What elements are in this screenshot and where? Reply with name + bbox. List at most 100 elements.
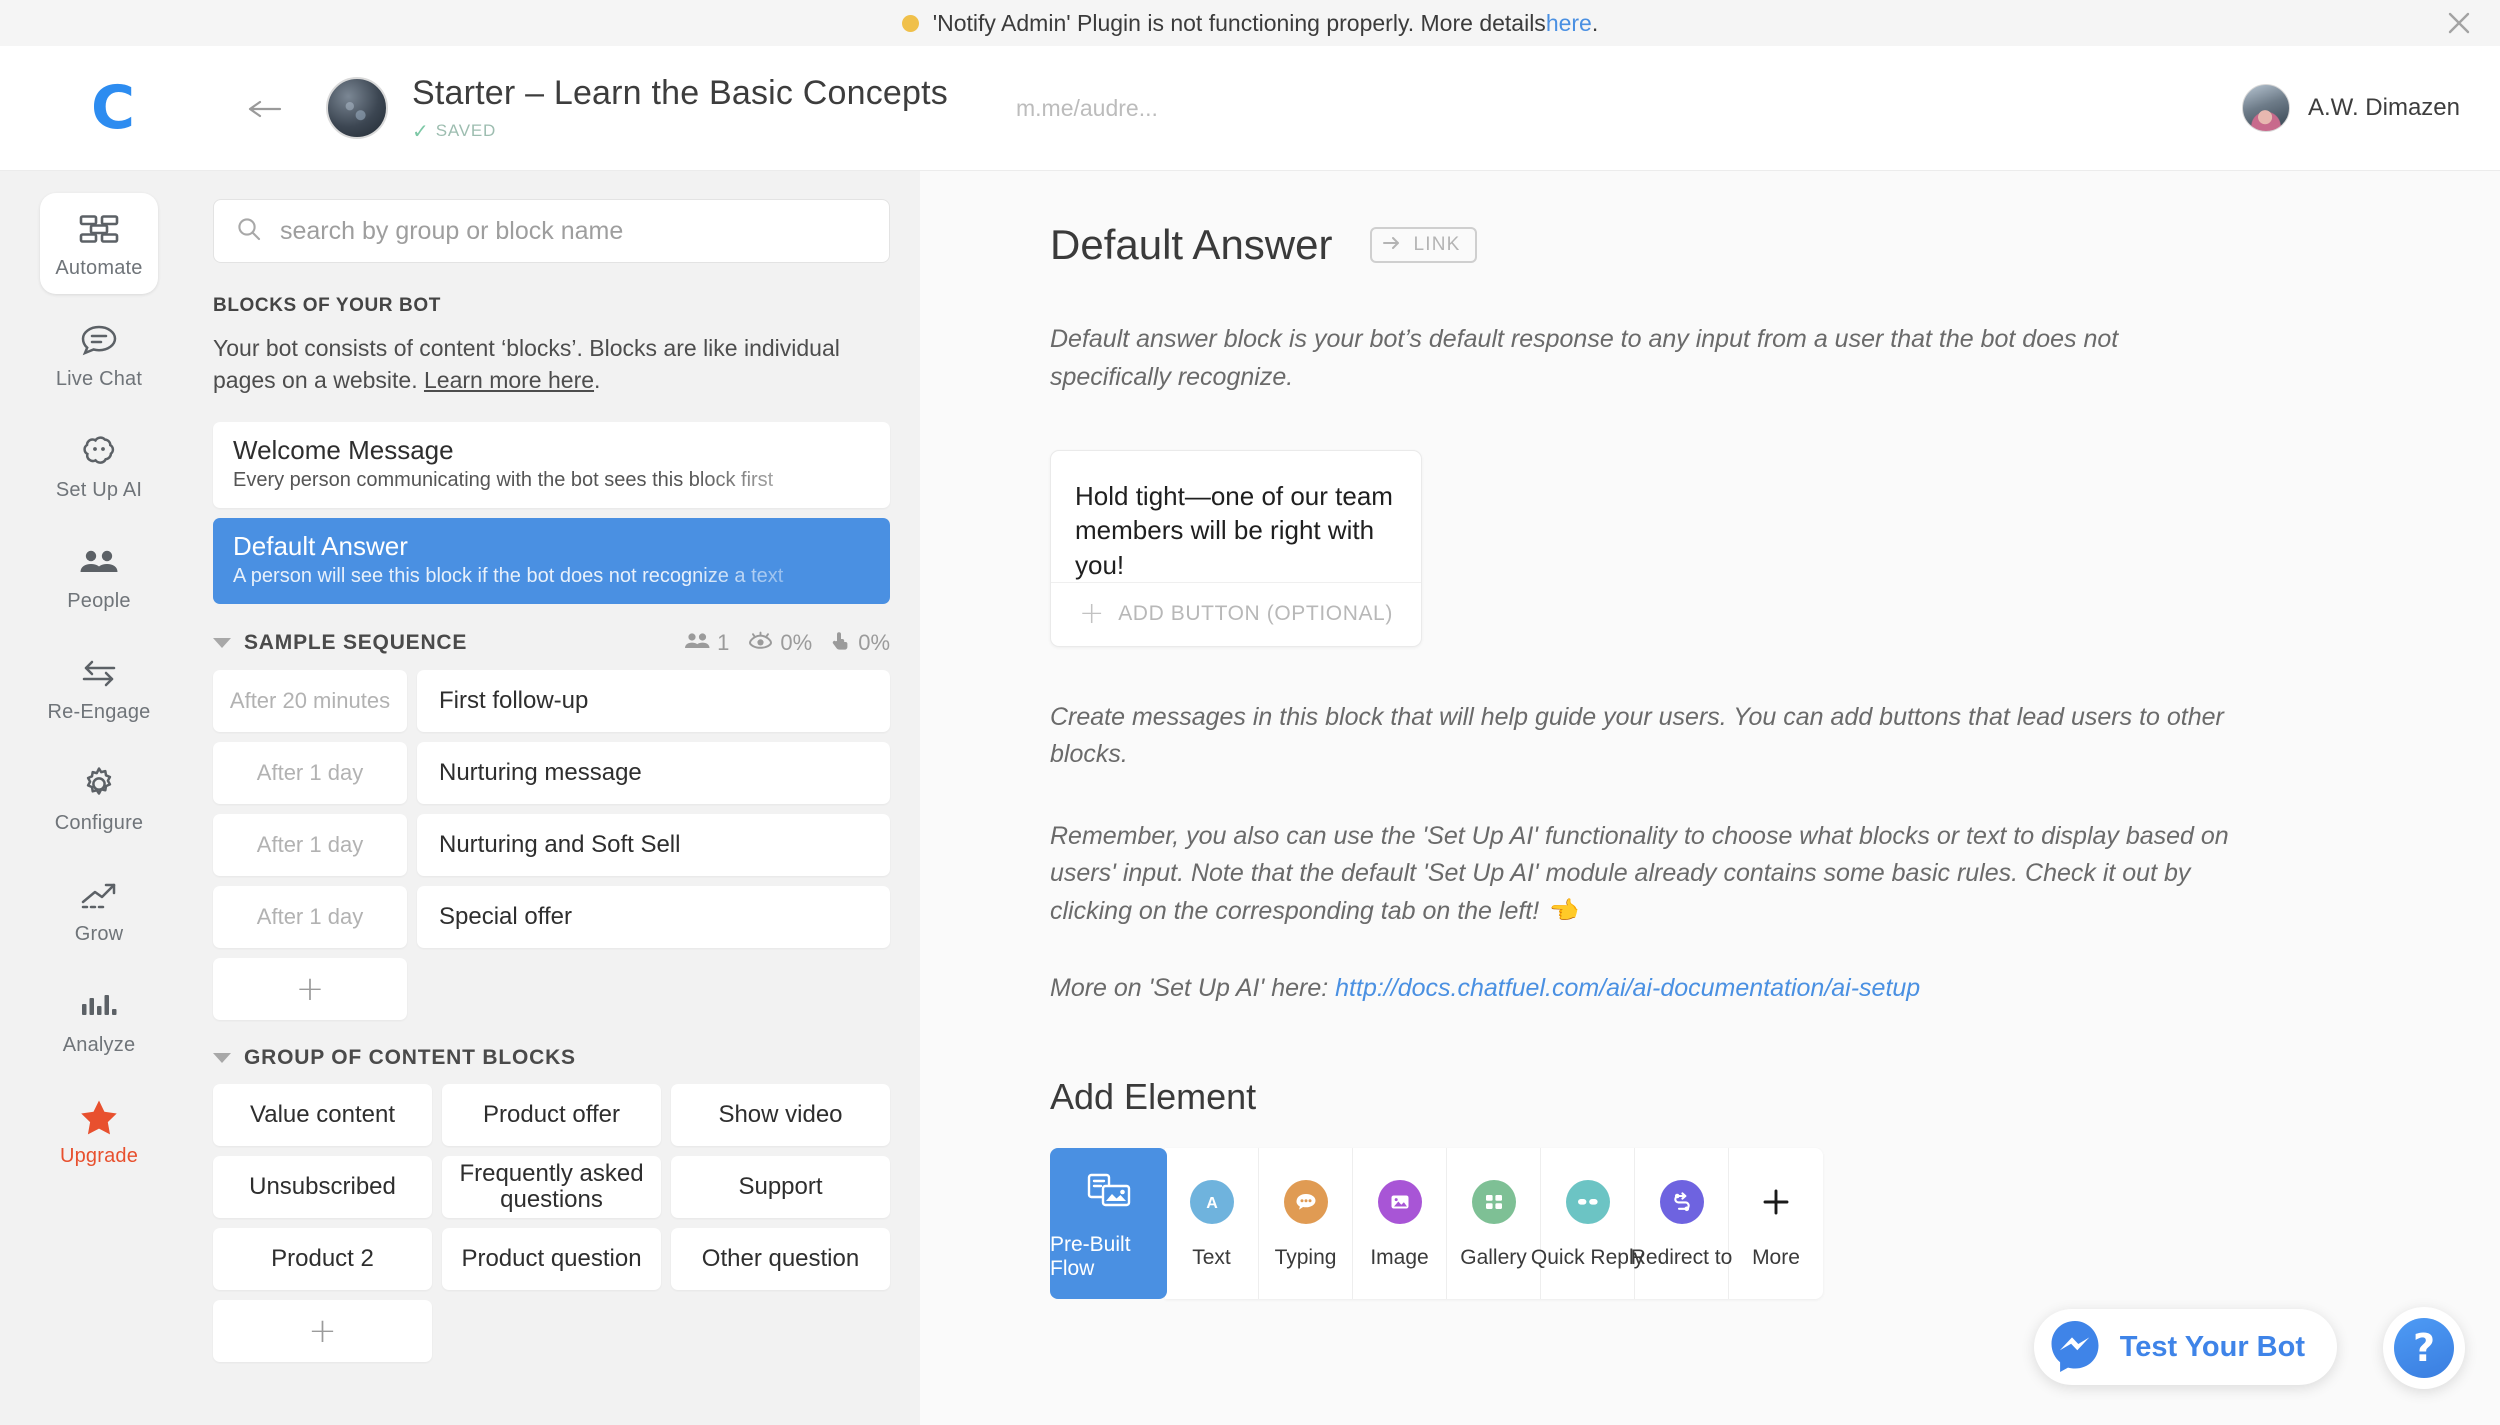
- content-block-tile[interactable]: Support: [671, 1156, 890, 1218]
- chevron-down-icon[interactable]: [213, 638, 231, 648]
- test-your-bot-button[interactable]: Test Your Bot: [2034, 1309, 2337, 1385]
- helper-text-4-prefix: More on 'Set Up AI' here:: [1050, 974, 1335, 1002]
- user-menu[interactable]: A.W. Dimazen: [2242, 84, 2460, 132]
- avatar: [2242, 84, 2290, 132]
- question-mark-icon: ?: [2394, 1318, 2454, 1378]
- hand-pointer-icon: [830, 630, 852, 656]
- star-icon: [80, 1097, 118, 1137]
- element-button-typing[interactable]: Typing: [1259, 1148, 1353, 1299]
- bot-url[interactable]: m.me/audre...: [1016, 95, 1158, 122]
- bot-title-block: Starter – Learn the Basic Concepts ✓ SAV…: [412, 74, 948, 143]
- sequence-group-header: SAMPLE SEQUENCE 1 0% 0%: [213, 630, 890, 656]
- sidebar-item-re-engage[interactable]: Re-Engage: [40, 637, 158, 738]
- message-card: Hold tight—one of our team members will …: [1050, 450, 1422, 647]
- element-button-label: Pre-Built Flow: [1050, 1233, 1167, 1281]
- element-button-redirect-to[interactable]: Redirect to: [1635, 1148, 1729, 1299]
- bot-avatar: [326, 77, 388, 139]
- element-button-label: Quick Reply: [1531, 1246, 1644, 1270]
- blocks-section-caption: BLOCKS OF YOUR BOT: [213, 295, 890, 317]
- content-block-tile[interactable]: Unsubscribed: [213, 1156, 432, 1218]
- add-button-label: ADD BUTTON (OPTIONAL): [1118, 602, 1393, 626]
- content-block-tile[interactable]: Value content: [213, 1084, 432, 1146]
- element-button-label: Gallery: [1460, 1246, 1527, 1270]
- link-button[interactable]: LINK: [1370, 227, 1476, 263]
- sidebar-item-analyze[interactable]: Analyze: [40, 970, 158, 1071]
- element-button-image[interactable]: Image: [1353, 1148, 1447, 1299]
- sidebar-item-upgrade[interactable]: Upgrade: [40, 1081, 158, 1182]
- element-button-quick-reply[interactable]: Quick Reply: [1541, 1148, 1635, 1299]
- blocks-description: Your bot consists of content ‘blocks’. B…: [213, 333, 890, 396]
- search-input[interactable]: [280, 217, 867, 246]
- help-button[interactable]: ?: [2383, 1307, 2465, 1389]
- notification-here-link[interactable]: here: [1546, 10, 1592, 37]
- sequence-delay[interactable]: After 1 day: [213, 814, 407, 876]
- content-block-tile[interactable]: Product 2: [213, 1228, 432, 1290]
- typing-icon: [1284, 1180, 1328, 1224]
- chatfuel-logo[interactable]: C: [60, 78, 166, 138]
- element-button-label: Image: [1370, 1246, 1428, 1270]
- sidebar-item-configure[interactable]: Configure: [40, 748, 158, 849]
- test-your-bot-label: Test Your Bot: [2120, 1331, 2305, 1364]
- block-card-welcome-message[interactable]: Welcome Message Every person communicati…: [213, 422, 890, 508]
- chevron-down-icon[interactable]: [213, 1053, 231, 1063]
- sequence-block-name[interactable]: Nurturing message: [417, 742, 890, 804]
- block-card-default-answer[interactable]: Default Answer A person will see this bl…: [213, 518, 890, 604]
- add-button-optional[interactable]: + ADD BUTTON (OPTIONAL): [1051, 582, 1421, 646]
- quick-reply-icon: [1566, 1180, 1610, 1224]
- ai-setup-docs-link[interactable]: http://docs.chatfuel.com/ai/ai-documenta…: [1335, 974, 1920, 1002]
- main-content: Default Answer LINK Default answer block…: [920, 171, 2500, 1425]
- stat-click-rate-value: 0%: [858, 630, 890, 656]
- content-block-tile[interactable]: Product offer: [442, 1084, 661, 1146]
- sequence-delay[interactable]: After 20 minutes: [213, 670, 407, 732]
- sequence-row: After 1 day Special offer: [213, 886, 890, 948]
- message-text[interactable]: Hold tight—one of our team members will …: [1051, 451, 1421, 582]
- add-content-block-button[interactable]: +: [213, 1300, 432, 1362]
- sequence-delay[interactable]: After 1 day: [213, 886, 407, 948]
- element-button-more[interactable]: More: [1729, 1148, 1823, 1299]
- messenger-icon: [2048, 1318, 2102, 1377]
- sidebar-item-set-up-ai[interactable]: Set Up AI: [40, 415, 158, 516]
- notification-text-suffix: .: [1592, 10, 1598, 37]
- stat-open-rate-value: 0%: [780, 630, 812, 656]
- sidebar: Automate Live Chat Set Up AI: [0, 171, 198, 1425]
- sidebar-item-live-chat[interactable]: Live Chat: [40, 304, 158, 405]
- notification-text: 'Notify Admin' Plugin is not functioning…: [933, 10, 1546, 37]
- sequence-delay[interactable]: After 1 day: [213, 742, 407, 804]
- svg-text:A: A: [1206, 1195, 1218, 1212]
- search-icon: [236, 216, 262, 247]
- element-button-text[interactable]: A Text: [1165, 1148, 1259, 1299]
- content-block-tile[interactable]: Product question: [442, 1228, 661, 1290]
- blocks-panel: BLOCKS OF YOUR BOT Your bot consists of …: [198, 171, 920, 1425]
- sequence-block-name[interactable]: Special offer: [417, 886, 890, 948]
- sequence-row: After 1 day Nurturing and Soft Sell: [213, 814, 890, 876]
- helper-text-2: Create messages in this block that will …: [1050, 699, 2230, 774]
- content-block-tile[interactable]: Frequently asked questions: [442, 1156, 661, 1218]
- stat-open-rate: 0%: [747, 630, 812, 656]
- sequence-block-name[interactable]: First follow-up: [417, 670, 890, 732]
- add-element-toolbar: Pre-Built Flow A Text Typing: [1050, 1148, 2500, 1299]
- element-button-gallery[interactable]: Gallery: [1447, 1148, 1541, 1299]
- element-button-label: Redirect to: [1631, 1246, 1733, 1270]
- close-icon[interactable]: [2444, 8, 2474, 38]
- element-button-pre-built-flow[interactable]: Pre-Built Flow: [1050, 1148, 1167, 1299]
- eye-icon: [747, 630, 774, 656]
- sidebar-item-label: Grow: [75, 923, 124, 946]
- sidebar-item-automate[interactable]: Automate: [40, 193, 158, 294]
- content-block-tile[interactable]: Other question: [671, 1228, 890, 1290]
- back-button[interactable]: [246, 89, 284, 127]
- block-title: Default Answer: [233, 531, 870, 562]
- plus-icon: +: [1079, 599, 1104, 629]
- helper-text-4: More on 'Set Up AI' here: http://docs.ch…: [1050, 970, 2230, 1008]
- stat-subscribers: 1: [684, 630, 729, 656]
- content-block-tile[interactable]: Show video: [671, 1084, 890, 1146]
- sidebar-item-people[interactable]: People: [40, 526, 158, 627]
- re-engage-icon: [78, 653, 120, 693]
- add-element-title: Add Element: [1050, 1076, 2500, 1118]
- search-field[interactable]: [213, 199, 890, 263]
- user-name: A.W. Dimazen: [2308, 94, 2460, 122]
- sequence-group-stats: 1 0% 0%: [672, 630, 890, 656]
- sequence-block-name[interactable]: Nurturing and Soft Sell: [417, 814, 890, 876]
- add-sequence-step-button[interactable]: +: [213, 958, 407, 1020]
- learn-more-link[interactable]: Learn more here: [424, 367, 594, 393]
- sidebar-item-grow[interactable]: Grow: [40, 859, 158, 960]
